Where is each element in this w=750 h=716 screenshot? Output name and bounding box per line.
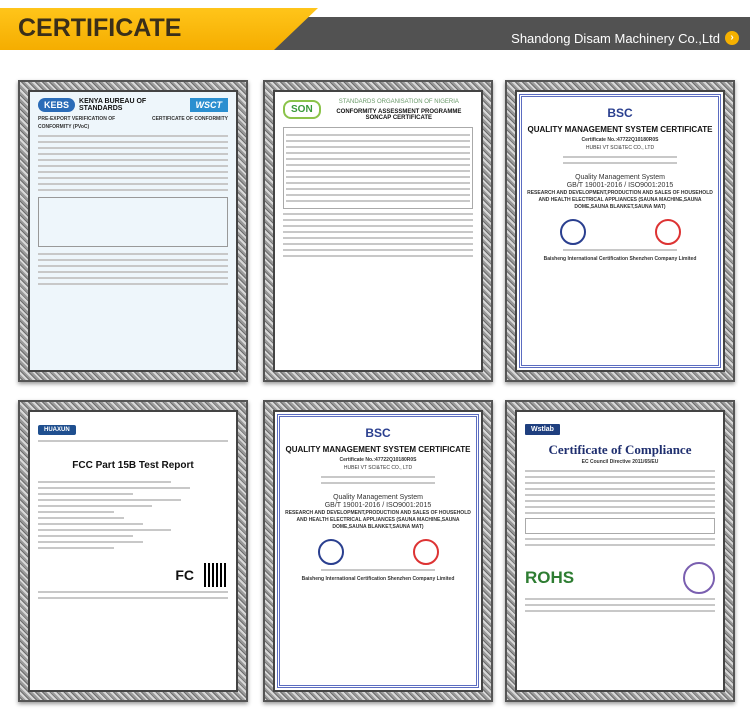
bsc-logo: BSC: [365, 426, 391, 440]
cert-title: QUALITY MANAGEMENT SYSTEM CERTIFICATE: [527, 125, 713, 134]
wsct-logo: WSCT: [189, 98, 228, 112]
cert-standard: GB/T 19001-2016 / ISO9001:2015: [566, 182, 674, 189]
cert-scope: RESEARCH AND DEVELOPMENT,PRODUCTION AND …: [285, 510, 471, 530]
bsc-logo: BSC: [607, 106, 633, 120]
fcc-mark: FC: [175, 567, 194, 583]
cert-body: [283, 127, 473, 209]
seal-stamp-icon: [683, 562, 715, 594]
cert-title: FCC Part 15B Test Report: [72, 460, 194, 471]
cert-title: QUALITY MANAGEMENT SYSTEM CERTIFICATE: [285, 445, 471, 454]
cert-subtitle2: CERTIFICATE OF CONFORMITY: [151, 116, 228, 122]
certificate-qms-1[interactable]: BSC QUALITY MANAGEMENT SYSTEM CERTIFICAT…: [505, 80, 735, 382]
cert-title: KENYA BUREAU OF STANDARDS: [79, 98, 147, 112]
cert-subtitle: EC Council Directive 2011/65/EU: [581, 459, 659, 465]
cert-number: Certificate No.:47722Q10180R0S: [339, 457, 417, 463]
cert-subtitle: PRE-EXPORT VERIFICATION OF CONFORMITY (P…: [38, 116, 116, 130]
certificate-qms-2[interactable]: BSC QUALITY MANAGEMENT SYSTEM CERTIFICAT…: [263, 400, 493, 702]
cert-stamps: [525, 219, 715, 245]
cert-company: HUBEI VT SCI&TEC CO., LTD: [585, 145, 655, 151]
son-logo: SON: [283, 100, 321, 119]
certificate-soncap[interactable]: SON STANDARDS ORGANISATION OF NIGERIA CO…: [263, 80, 493, 382]
cert-title: Certificate of Compliance: [548, 442, 692, 457]
cert-scope: RESEARCH AND DEVELOPMENT,PRODUCTION AND …: [527, 190, 713, 210]
cert-body: [525, 470, 715, 546]
rohs-mark: ROHS: [525, 568, 575, 587]
cert-stamps: [283, 539, 473, 565]
certificate-fcc[interactable]: HUAXUN FCC Part 15B Test Report FC: [18, 400, 248, 702]
huaxun-logo: HUAXUN: [38, 425, 76, 435]
company-name[interactable]: Shandong Disam Machinery Co.,Ltd: [511, 31, 720, 46]
cert-company: HUBEI VT SCI&TEC CO., LTD: [343, 465, 413, 471]
cert-number: Certificate No.:47722Q10180R0S: [581, 137, 659, 143]
page-title: CERTIFICATE: [18, 14, 182, 42]
cert-title: SONCAP CERTIFICATE: [365, 115, 433, 121]
cert-issuer: Baisheng International Certification She…: [301, 576, 455, 582]
kebs-logo: KEBS: [38, 98, 76, 112]
cert-system: Quality Management System: [575, 174, 665, 181]
cert-org: STANDARDS ORGANISATION OF NIGERIA: [338, 99, 459, 105]
chevron-right-circle-icon[interactable]: ›: [725, 31, 739, 45]
certificate-kebs[interactable]: KEBS KENYA BUREAU OF STANDARDS WSCT PRE-…: [18, 80, 248, 382]
qr-code-icon: [204, 563, 228, 587]
cert-body: [38, 481, 228, 549]
cert-standard: GB/T 19001-2016 / ISO9001:2015: [324, 502, 432, 509]
wstlab-logo: Wstlab: [525, 424, 560, 435]
cert-body: [38, 135, 228, 285]
certificate-rohs[interactable]: Wstlab Certificate of Compliance EC Coun…: [505, 400, 735, 702]
cert-issuer: Baisheng International Certification She…: [543, 256, 697, 262]
cert-system: Quality Management System: [333, 494, 423, 501]
